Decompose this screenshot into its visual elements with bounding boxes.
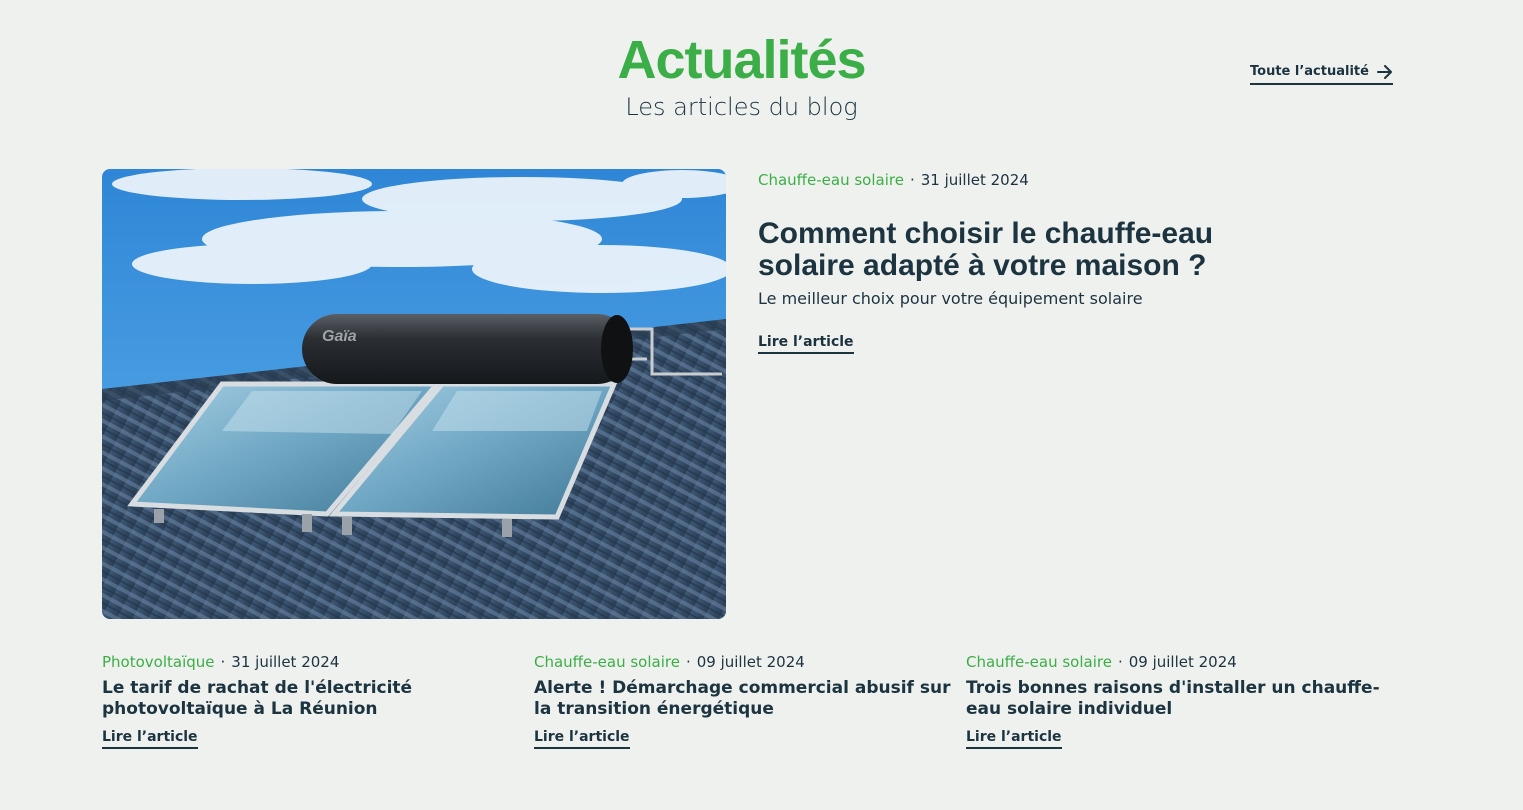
category-label: Photovoltaïque: [102, 653, 215, 671]
article-card: Photovoltaïque · 31 juillet 2024 Le tarif …: [102, 652, 522, 749]
read-article-link[interactable]: Lire l’article: [534, 729, 630, 749]
featured-article-image[interactable]: Gaïa: [102, 169, 726, 619]
read-article-link[interactable]: Lire l’article: [758, 334, 854, 354]
article-title[interactable]: Trois bonnes raisons d'installer un chau…: [966, 678, 1386, 720]
page-subtitle: Les articles du blog: [625, 93, 858, 121]
article-meta: Chauffe-eau solaire · 09 juillet 2024: [534, 652, 954, 672]
meta-separator: ·: [909, 171, 915, 189]
all-news-label: Toute l’actualité: [1250, 64, 1369, 79]
arrow-right-icon: [1376, 64, 1393, 79]
featured-article: Chauffe-eau solaire · 31 juillet 2024 Comm…: [758, 170, 1228, 354]
article-card: Chauffe-eau solaire · 09 juillet 2024 Troi…: [966, 652, 1386, 749]
article-title[interactable]: Alerte ! Démarchage commercial abusif su…: [534, 678, 954, 720]
date-label: 09 juillet 2024: [1128, 653, 1237, 671]
featured-title[interactable]: Comment choisir le chauffe-eau solaire a…: [758, 218, 1228, 282]
category-label: Chauffe-eau solaire: [534, 653, 680, 671]
featured-subtitle: Le meilleur choix pour votre équipement …: [758, 289, 1143, 308]
article-card: Chauffe-eau solaire · 09 juillet 2024 Aler…: [534, 652, 954, 749]
read-article-link[interactable]: Lire l’article: [966, 729, 1062, 749]
image-brand-text: Gaïa: [322, 328, 357, 345]
read-article-link[interactable]: Lire l’article: [102, 729, 198, 749]
meta-separator: ·: [220, 653, 226, 671]
date-label: 09 juillet 2024: [696, 653, 805, 671]
date-label: 31 juillet 2024: [920, 171, 1029, 189]
article-meta: Chauffe-eau solaire · 09 juillet 2024: [966, 652, 1386, 672]
article-meta: Photovoltaïque · 31 juillet 2024: [102, 652, 522, 672]
category-label: Chauffe-eau solaire: [966, 653, 1112, 671]
meta-separator: ·: [1117, 653, 1123, 671]
all-news-link[interactable]: Toute l’actualité: [1250, 64, 1393, 85]
featured-meta: Chauffe-eau solaire · 31 juillet 2024: [758, 170, 1228, 190]
date-label: 31 juillet 2024: [231, 653, 340, 671]
article-title[interactable]: Le tarif de rachat de l'électricité phot…: [102, 678, 522, 720]
meta-separator: ·: [685, 653, 691, 671]
category-label: Chauffe-eau solaire: [758, 171, 904, 189]
